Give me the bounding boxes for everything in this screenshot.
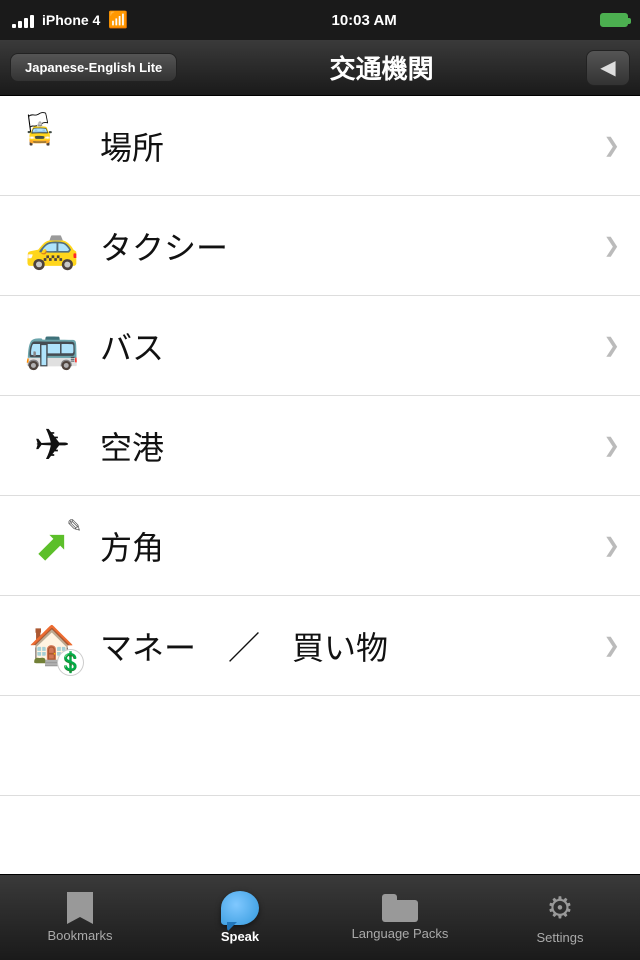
money-icon: 🏠 💲 (20, 614, 84, 678)
chevron-icon: ❯ (603, 533, 620, 558)
category-list: 🏳 🚖 場所 ❯ 🚕 タクシー ❯ 🚌 バス ❯ ✈ 空港 ❯ ➡ ✎ 方角 ❯ (0, 96, 640, 896)
tab-settings-label: Settings (537, 930, 584, 945)
carrier-label: iPhone 4 (42, 12, 100, 28)
direction-icon: ➡ ✎ (20, 514, 84, 578)
bus-label: バス (100, 323, 164, 369)
signal-bar-3 (24, 18, 28, 28)
empty-row-1 (0, 696, 640, 796)
chevron-icon: ❯ (603, 233, 620, 258)
chevron-icon: ❯ (603, 433, 620, 458)
tab-language-packs[interactable]: Language Packs (320, 875, 480, 960)
tab-language-packs-label: Language Packs (352, 926, 449, 941)
search-button[interactable]: ◀ (586, 50, 630, 86)
list-item-direction[interactable]: ➡ ✎ 方角 ❯ (0, 496, 640, 596)
airport-label: 空港 (100, 423, 164, 469)
status-bar: iPhone 4 📶 10:03 AM (0, 0, 640, 40)
direction-label: 方角 (100, 523, 164, 569)
status-left: iPhone 4 📶 (12, 10, 128, 30)
status-time: 10:03 AM (331, 12, 396, 29)
signal-bar-1 (12, 24, 16, 28)
tab-bar: Bookmarks Speak Language Packs ⚙ Setting… (0, 874, 640, 960)
bus-icon: 🚌 (20, 314, 84, 378)
signal-bar-2 (18, 21, 22, 28)
status-right (600, 13, 628, 27)
tab-settings[interactable]: ⚙ Settings (480, 875, 640, 960)
back-button[interactable]: Japanese-English Lite (10, 53, 177, 82)
signal-bar-4 (30, 15, 34, 28)
tab-speak-label: Speak (221, 929, 259, 944)
tab-bookmarks[interactable]: Bookmarks (0, 875, 160, 960)
bookmarks-icon (67, 892, 93, 924)
taxi-label: タクシー (100, 223, 228, 269)
taxi-icon: 🚕 (20, 214, 84, 278)
settings-icon: ⚙ (547, 891, 574, 926)
chevron-icon: ❯ (603, 333, 620, 358)
list-item-places[interactable]: 🏳 🚖 場所 ❯ (0, 96, 640, 196)
signal-bars (12, 12, 34, 28)
money-label: マネー ／ 買い物 (100, 623, 388, 669)
chevron-icon: ❯ (603, 133, 620, 158)
battery-icon (600, 13, 628, 27)
language-packs-icon (382, 894, 418, 922)
list-item-money[interactable]: 🏠 💲 マネー ／ 買い物 ❯ (0, 596, 640, 696)
tab-bookmarks-label: Bookmarks (47, 928, 112, 943)
airplane-icon: ✈ (20, 414, 84, 478)
places-label: 場所 (100, 123, 164, 169)
search-icon: ◀ (600, 55, 615, 80)
chevron-icon: ❯ (603, 633, 620, 658)
list-item-taxi[interactable]: 🚕 タクシー ❯ (0, 196, 640, 296)
list-item-bus[interactable]: 🚌 バス ❯ (0, 296, 640, 396)
tab-speak[interactable]: Speak (160, 875, 320, 960)
nav-title: 交通機関 (189, 49, 574, 86)
list-item-airport[interactable]: ✈ 空港 ❯ (0, 396, 640, 496)
wifi-icon: 📶 (108, 10, 128, 30)
nav-bar: Japanese-English Lite 交通機関 ◀ (0, 40, 640, 96)
places-icon: 🏳 🚖 (20, 114, 84, 178)
speak-icon (221, 891, 259, 925)
